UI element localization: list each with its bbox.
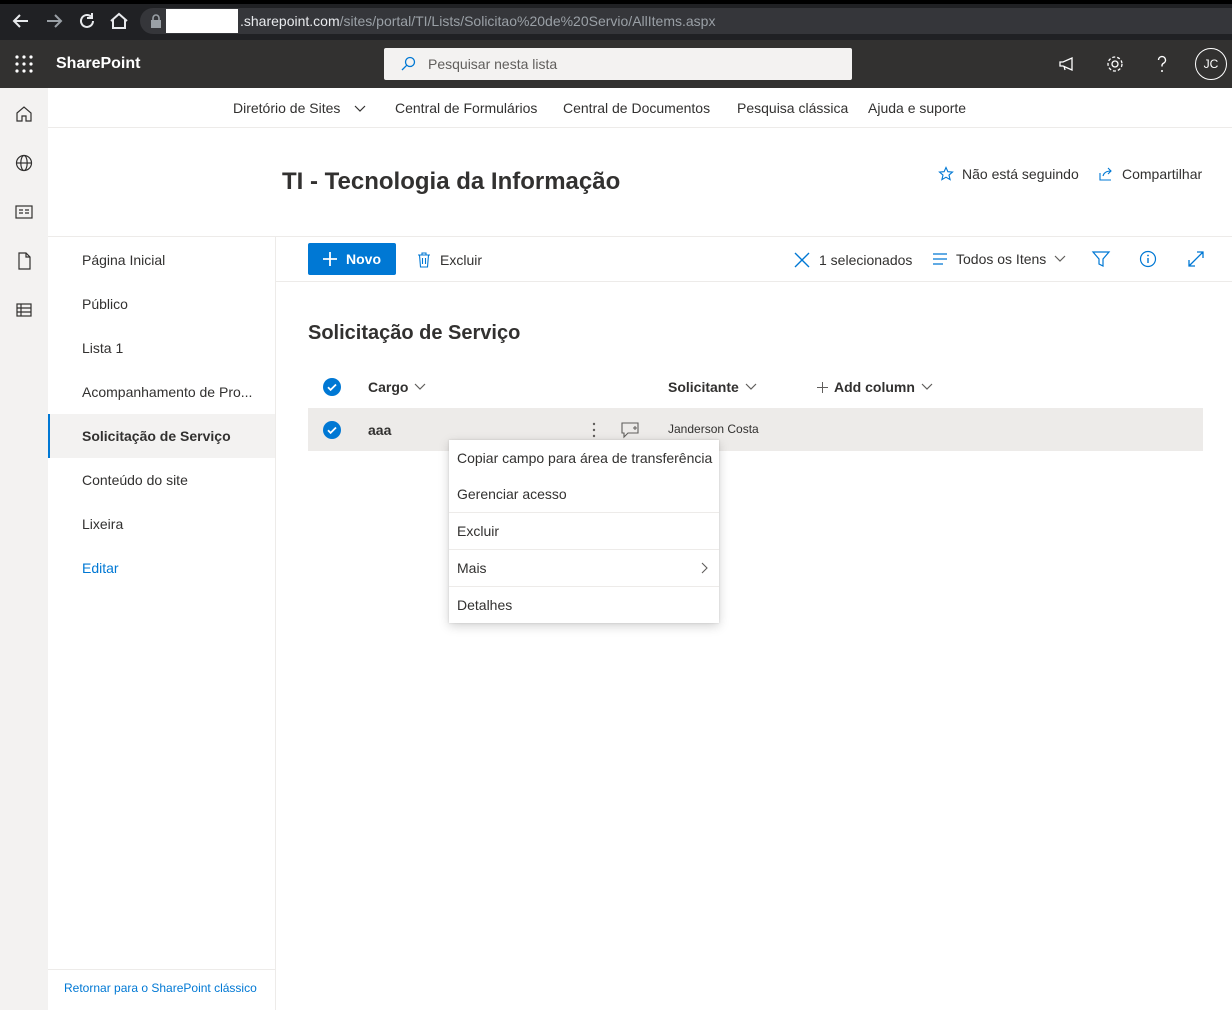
hub-item-site-directory[interactable]: Diretório de Sites [233,100,366,116]
globe-icon[interactable] [14,153,34,173]
add-column-label: Add column [834,379,915,395]
url-text: .sharepoint.com/sites/portal/TI/Lists/So… [240,13,715,29]
hub-item-documents-center[interactable]: Central de Documentos [563,100,710,116]
close-icon [794,252,810,268]
list-view-icon [933,253,947,265]
trash-icon [418,252,430,268]
view-selector[interactable]: Todos os Itens [932,251,1066,267]
new-button[interactable]: Novo [308,243,396,275]
back-arrow-icon[interactable] [10,10,32,32]
row-solicitante-cell[interactable]: Janderson Costa [668,422,759,436]
checkmark-icon [327,426,337,435]
filter-icon[interactable] [1091,249,1111,269]
menu-item-details[interactable]: Detalhes [449,587,719,623]
chevron-down-icon [415,383,426,390]
follow-label: Não está seguindo [962,166,1079,182]
nav-item-site-contents[interactable]: Conteúdo do site [48,458,275,502]
app-launcher-icon[interactable] [14,54,34,74]
delete-button-label: Excluir [440,252,483,268]
row-checkbox[interactable] [323,421,341,439]
checkmark-icon [327,383,337,392]
chevron-right-icon [701,562,708,574]
search-icon [400,56,416,72]
hub-item-forms-center[interactable]: Central de Formulários [395,100,537,116]
share-icon [1099,167,1112,181]
hub-item-classic-search[interactable]: Pesquisa clássica [737,100,848,116]
home-icon[interactable] [108,10,130,32]
list-title: Solicitação de Serviço [308,322,521,344]
view-label: Todos os Itens [956,251,1047,267]
redacted-url-segment [166,9,238,33]
hub-item-help[interactable]: Ajuda e suporte [868,100,966,116]
nav-item-list-1[interactable]: Lista 1 [48,326,275,370]
context-menu: Copiar campo para área de transferência … [449,440,719,623]
add-column-button[interactable]: Add column [817,379,933,395]
menu-item-more-label: Mais [457,560,487,576]
search-box[interactable] [384,48,852,80]
news-icon[interactable] [14,202,34,222]
hub-item-label: Diretório de Sites [233,100,341,116]
share-label: Compartilhar [1122,166,1203,182]
select-all-checkbox[interactable] [323,378,341,396]
expand-icon[interactable] [1186,249,1206,269]
site-navigation: Página Inicial Público Lista 1 Acompanha… [48,237,276,1010]
chevron-down-icon [1054,255,1066,262]
plus-icon [323,252,337,266]
document-icon[interactable] [14,251,34,271]
menu-item-more[interactable]: Mais [449,550,719,586]
megaphone-icon[interactable] [1056,52,1080,76]
chevron-down-icon [354,105,366,113]
column-header-cargo[interactable]: Cargo [368,379,426,395]
hub-navigation: Diretório de Sites Central de Formulário… [48,88,1232,128]
nav-item-public[interactable]: Público [48,282,275,326]
gear-icon[interactable] [1103,52,1127,76]
chevron-down-icon [745,383,757,390]
follow-button[interactable]: Não está seguindo [938,166,1079,182]
row-cargo-cell[interactable]: aaa [368,422,391,438]
command-bar: Novo Excluir 1 selecionados Todos os Ite… [276,237,1232,282]
lock-icon [151,14,161,28]
more-actions-icon[interactable] [586,420,602,440]
home-icon[interactable] [14,104,34,124]
clear-selection-button[interactable]: 1 selecionados [793,251,912,269]
url-path: /sites/portal/TI/Lists/Solicitao%20de%20… [339,13,716,29]
menu-item-manage-access[interactable]: Gerenciar acesso [449,476,719,512]
column-header-solicitante[interactable]: Solicitante [668,379,757,395]
menu-item-delete[interactable]: Excluir [449,513,719,549]
site-title[interactable]: TI - Tecnologia da Informação [282,168,620,196]
suite-bar: SharePoint JC [0,40,1232,88]
url-host: .sharepoint.com [240,13,340,29]
star-icon [938,166,954,181]
new-button-label: Novo [346,251,381,267]
menu-item-copy-field[interactable]: Copiar campo para área de transferência [449,440,719,476]
table-row[interactable]: aaa Janderson Costa [308,408,1203,451]
delete-button[interactable]: Excluir [416,251,482,269]
reload-icon[interactable] [76,10,98,32]
browser-toolbar: .sharepoint.com/sites/portal/TI/Lists/So… [0,0,1232,40]
share-button[interactable]: Compartilhar [1098,166,1202,182]
avatar[interactable]: JC [1195,48,1227,80]
nav-item-tracking[interactable]: Acompanhamento de Pro... [48,370,275,414]
help-icon[interactable] [1150,52,1174,76]
selected-count: 1 selecionados [819,252,913,268]
chevron-down-icon [921,383,933,390]
column-header-label: Cargo [368,379,409,395]
nav-item-service-request[interactable]: Solicitação de Serviço [48,414,275,458]
lists-icon[interactable] [14,300,34,320]
add-comment-icon[interactable] [620,421,640,439]
forward-arrow-icon[interactable] [43,10,65,32]
column-header-label: Solicitante [668,379,739,395]
nav-item-recycle-bin[interactable]: Lixeira [48,502,275,546]
info-icon[interactable] [1138,249,1158,269]
app-bar [0,88,48,1010]
brand-name[interactable]: SharePoint [56,55,140,73]
browser-tab-strip [0,0,1232,4]
search-input[interactable] [428,48,828,80]
nav-item-home[interactable]: Página Inicial [48,238,275,282]
nav-edit-link[interactable]: Editar [48,546,275,590]
plus-icon [817,381,828,393]
return-classic-link[interactable]: Retornar para o SharePoint clássico [48,969,275,1010]
